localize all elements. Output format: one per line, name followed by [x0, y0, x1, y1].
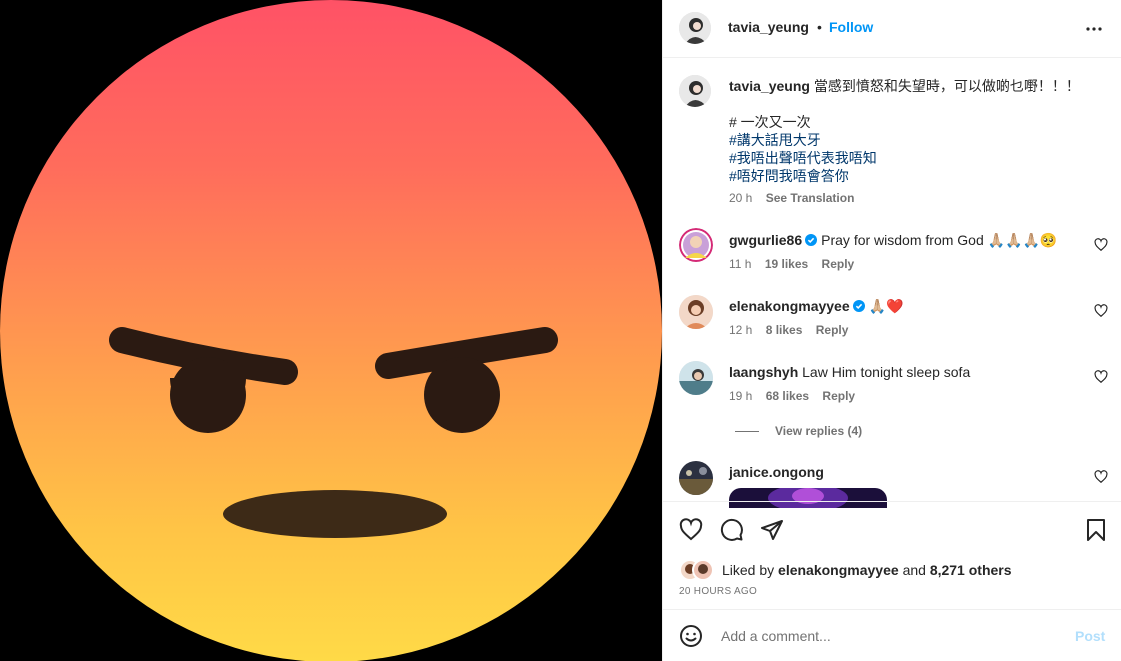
caption-text: 當感到憤怒和失望時，可以做啲乜嘢！！！: [813, 78, 1080, 94]
post-button[interactable]: Post: [1075, 628, 1105, 644]
comment-meta: 19 h 68 likes Reply: [729, 389, 865, 403]
comment-likes[interactable]: 68 likes: [766, 389, 809, 403]
hashtag-link[interactable]: #唔好問我唔會答你: [729, 167, 1099, 185]
comment-username[interactable]: janice.ongong: [729, 464, 824, 480]
commenter-avatar[interactable]: [679, 361, 713, 395]
comment-text: Law Him tonight sleep sofa: [802, 364, 971, 380]
comment-username[interactable]: elenakongmayyee: [729, 298, 850, 314]
comment-time[interactable]: 12 h: [729, 323, 752, 337]
comment-3: laangshyh Law Him tonight sleep sofa: [729, 363, 1099, 381]
liked-by-and: and: [902, 562, 926, 578]
comment-text: Pray for wisdom from God 🙏🏼🙏🏼🙏🏼🥺: [821, 232, 1058, 248]
caption-meta: 20 h See Translation: [729, 191, 864, 205]
caption-author-avatar[interactable]: [679, 75, 711, 107]
post-media[interactable]: [0, 0, 662, 661]
caption-username[interactable]: tavia_yeung: [729, 78, 810, 94]
comment-time[interactable]: 11 h: [729, 257, 751, 271]
verified-badge-icon: [852, 298, 865, 312]
commenter-avatar[interactable]: [679, 295, 713, 329]
comment-username[interactable]: laangshyh: [729, 364, 798, 380]
reply-button[interactable]: Reply: [822, 257, 855, 271]
heart-icon[interactable]: [1094, 304, 1108, 318]
comment-4: janice.ongong: [729, 463, 1099, 481]
comment-composer: Post: [663, 609, 1121, 661]
view-replies-line: [735, 431, 759, 433]
comment-2: elenakongmayyee 🙏🏼❤️: [729, 297, 1099, 315]
caption: tavia_yeung 當感到憤怒和失望時，可以做啲乜嘢！！！ # 一次又一次 …: [729, 77, 1099, 185]
heart-icon[interactable]: [679, 518, 703, 542]
caption-time[interactable]: 20 h: [729, 191, 752, 205]
bookmark-icon[interactable]: [1084, 518, 1108, 542]
post-header: tavia_yeung • Follow: [663, 0, 1121, 58]
more-icon[interactable]: [1085, 20, 1103, 38]
comment-1: gwgurlie86 Pray for wisdom from God 🙏🏼🙏🏼🙏…: [729, 231, 1099, 249]
comments-list[interactable]: tavia_yeung 當感到憤怒和失望時，可以做啲乜嘢！！！ # 一次又一次 …: [663, 58, 1121, 501]
verified-badge-icon: [805, 232, 818, 246]
view-replies-button[interactable]: View replies (4): [735, 424, 862, 438]
caption-line2: # 一次又一次: [729, 114, 811, 130]
reply-button[interactable]: Reply: [822, 389, 855, 403]
see-translation-button[interactable]: See Translation: [766, 191, 855, 205]
comment-meta: 11 h 19 likes Reply: [729, 257, 864, 271]
liked-by-prefix: Liked by: [722, 562, 775, 578]
commenter-avatar[interactable]: [679, 228, 713, 262]
comment-text: 🙏🏼❤️: [868, 298, 904, 314]
comment-likes[interactable]: 8 likes: [766, 323, 803, 337]
comment-username[interactable]: gwgurlie86: [729, 232, 802, 248]
liked-by-user[interactable]: elenakongmayyee: [778, 562, 899, 578]
liked-by-avatars[interactable]: [679, 559, 719, 581]
likes-summary: Liked by elenakongmayyee and 8,271 other…: [722, 562, 1012, 578]
view-replies-label: View replies (4): [775, 424, 863, 438]
reply-button[interactable]: Reply: [816, 323, 849, 337]
separator-dot: •: [817, 19, 822, 35]
heart-icon[interactable]: [1094, 238, 1108, 252]
author-username[interactable]: tavia_yeung: [728, 19, 809, 35]
liked-by-others[interactable]: 8,271 others: [930, 562, 1012, 578]
comment-input[interactable]: [719, 624, 1063, 648]
follow-button[interactable]: Follow: [829, 19, 873, 35]
commenter-avatar[interactable]: [679, 461, 713, 495]
hashtag-link[interactable]: #我唔出聲唔代表我唔知: [729, 149, 1099, 167]
heart-icon[interactable]: [1094, 370, 1108, 384]
comment-meta: 12 h 8 likes Reply: [729, 323, 858, 337]
comment-likes[interactable]: 19 likes: [765, 257, 808, 271]
comment-icon[interactable]: [720, 518, 744, 542]
angry-face-image: [0, 0, 662, 661]
hashtag-link[interactable]: #講大話甩大牙: [729, 131, 1099, 149]
post-time-ago[interactable]: 20 HOURS AGO: [679, 586, 757, 597]
post-actions: Liked by elenakongmayyee and 8,271 other…: [663, 501, 1121, 609]
author-avatar[interactable]: [679, 12, 711, 44]
heart-icon[interactable]: [1094, 470, 1108, 484]
comment-time[interactable]: 19 h: [729, 389, 752, 403]
post-detail-panel: tavia_yeung • Follow tavia_yeung 當感到憤怒和失…: [662, 0, 1121, 661]
emoji-icon[interactable]: [679, 624, 703, 648]
share-icon[interactable]: [760, 518, 784, 542]
